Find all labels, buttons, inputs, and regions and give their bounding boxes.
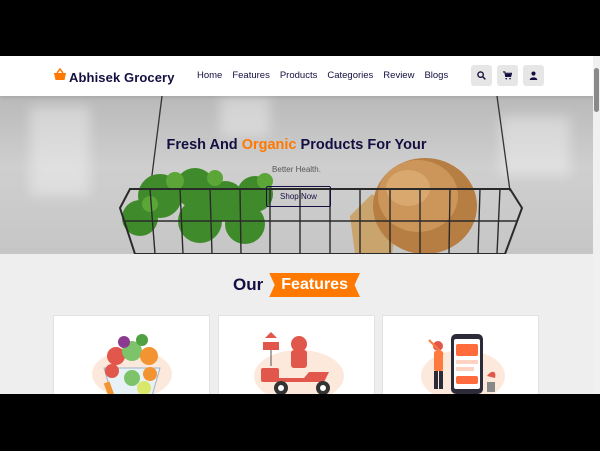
site-header: Abhisek Grocery Home Features Products C…: [0, 56, 600, 96]
user-icon: [529, 71, 538, 80]
search-button[interactable]: [471, 65, 492, 86]
nav-products[interactable]: Products: [280, 70, 318, 81]
delivery-scooter-illustration: [254, 332, 344, 394]
header-icons: [471, 65, 544, 86]
feature-card-payment: [382, 315, 539, 394]
cart-button[interactable]: [497, 65, 518, 86]
browser-viewport: Abhisek Grocery Home Features Products C…: [0, 56, 600, 394]
page-scrollbar[interactable]: [593, 56, 600, 394]
scrollbar-thumb[interactable]: [594, 68, 599, 112]
brand-name: Abhisek Grocery: [69, 69, 175, 85]
features-heading: Our Features: [0, 273, 593, 297]
mobile-payment-illustration: [421, 334, 505, 394]
features-heading-tag: Features: [269, 273, 360, 297]
main-nav: Home Features Products Categories Review…: [197, 70, 448, 81]
search-icon: [477, 71, 486, 80]
vegetables-illustration: [92, 334, 172, 394]
cart-icon: [503, 71, 512, 80]
nav-blogs[interactable]: Blogs: [424, 70, 448, 81]
hero-title-end: Products For Your: [296, 137, 427, 153]
basket-illustration: [118, 96, 524, 254]
hero-title: Fresh And Organic Products For Your: [0, 137, 593, 153]
feature-card-delivery: [218, 315, 375, 394]
shop-now-button[interactable]: Shop Now: [266, 186, 331, 207]
hero-title-start: Fresh And: [166, 137, 242, 153]
user-button[interactable]: [523, 65, 544, 86]
basket-icon: [53, 67, 67, 86]
hero-banner: Fresh And Organic Products For Your Bett…: [0, 96, 593, 254]
logo[interactable]: Abhisek Grocery: [53, 67, 175, 86]
hero-subtitle: Better Health.: [272, 165, 321, 174]
nav-categories[interactable]: Categories: [327, 70, 373, 81]
nav-home[interactable]: Home: [197, 70, 222, 81]
nav-features[interactable]: Features: [232, 70, 270, 81]
features-heading-plain: Our: [233, 275, 264, 294]
feature-card-organic: [53, 315, 210, 394]
nav-review[interactable]: Review: [383, 70, 414, 81]
hero-title-accent: Organic: [241, 137, 297, 153]
